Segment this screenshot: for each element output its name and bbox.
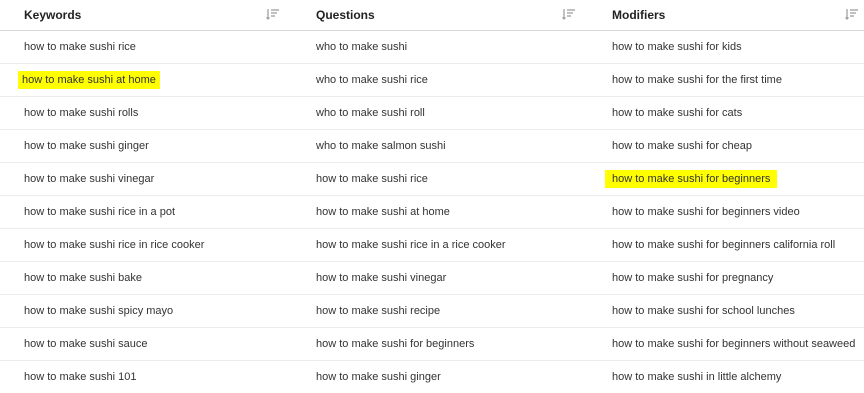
keyword-cell: how to make sushi rice in a pot <box>24 206 176 218</box>
table-row[interactable]: how to make sushi for beginners californ… <box>590 229 864 262</box>
modifier-cell: how to make sushi for the first time <box>612 74 782 86</box>
question-cell: how to make sushi for beginners <box>316 338 475 350</box>
table-row[interactable]: how to make sushi for kids <box>590 31 864 64</box>
questions-header: Questions <box>295 0 590 31</box>
keywords-header-label: Keywords <box>24 8 82 22</box>
question-cell: how to make sushi rice <box>316 173 428 185</box>
question-cell: how to make sushi recipe <box>316 305 441 317</box>
question-cell: how to make sushi ginger <box>316 371 441 383</box>
table-row[interactable]: how to make sushi for beginners video <box>590 196 864 229</box>
table-row[interactable]: who to make salmon sushi <box>295 130 590 163</box>
table-row[interactable]: how to make sushi for beginners <box>295 328 590 361</box>
modifier-cell: how to make sushi for beginners californ… <box>612 239 836 251</box>
modifier-cell: how to make sushi for cats <box>612 107 743 119</box>
table-row[interactable]: how to make sushi for cheap <box>590 130 864 163</box>
table-row[interactable]: who to make sushi <box>295 31 590 64</box>
table-row[interactable]: how to make sushi at home <box>295 196 590 229</box>
modifier-cell: how to make sushi for pregnancy <box>612 272 774 284</box>
table-row[interactable]: who to make sushi roll <box>295 97 590 130</box>
question-cell: who to make salmon sushi <box>316 140 446 152</box>
modifier-cell: how to make sushi for cheap <box>612 140 753 152</box>
table-row[interactable]: how to make sushi for pregnancy <box>590 262 864 295</box>
sort-icon[interactable] <box>266 8 280 20</box>
table-row[interactable]: how to make sushi rice in a pot <box>0 196 295 229</box>
table-row[interactable]: how to make sushi for beginners <box>590 163 864 196</box>
question-cell: who to make sushi <box>316 41 408 53</box>
sort-icon[interactable] <box>562 8 576 20</box>
table-row[interactable]: how to make sushi for cats <box>590 97 864 130</box>
question-cell: how to make sushi vinegar <box>316 272 447 284</box>
question-cell: how to make sushi at home <box>316 206 450 218</box>
table-row[interactable]: how to make sushi for beginners without … <box>590 328 864 361</box>
table-row[interactable]: how to make sushi rice in rice cooker <box>0 229 295 262</box>
table-row[interactable]: how to make sushi bake <box>0 262 295 295</box>
table-row[interactable]: how to make sushi ginger <box>295 361 590 393</box>
modifier-cell: how to make sushi for school lunches <box>612 305 795 317</box>
keyword-cell-highlighted: how to make sushi at home <box>18 71 160 89</box>
table-row[interactable]: how to make sushi 101 <box>0 361 295 393</box>
keyword-cell: how to make sushi rice <box>24 41 136 53</box>
table-row[interactable]: how to make sushi at home <box>0 64 295 97</box>
modifiers-header-label: Modifiers <box>612 8 666 22</box>
modifier-cell-highlighted: how to make sushi for beginners <box>605 170 778 188</box>
table-row[interactable]: how to make sushi spicy mayo <box>0 295 295 328</box>
table-row[interactable]: how to make sushi vinegar <box>0 163 295 196</box>
table-row[interactable]: how to make sushi ginger <box>0 130 295 163</box>
question-cell: how to make sushi rice in a rice cooker <box>316 239 506 251</box>
questions-column: Questions who to make sushi who to make … <box>295 0 590 387</box>
questions-header-label: Questions <box>316 8 375 22</box>
keyword-cell: how to make sushi rice in rice cooker <box>24 239 205 251</box>
table-row[interactable]: how to make sushi for school lunches <box>590 295 864 328</box>
question-cell: who to make sushi roll <box>316 107 425 119</box>
modifier-cell: how to make sushi in little alchemy <box>612 371 782 383</box>
modifier-cell: how to make sushi for beginners without … <box>612 338 856 350</box>
keyword-cell: how to make sushi bake <box>24 272 143 284</box>
keyword-cell: how to make sushi sauce <box>24 338 148 350</box>
keywords-header: Keywords <box>0 0 295 31</box>
keyword-cell: how to make sushi spicy mayo <box>24 305 174 317</box>
table-row[interactable]: how to make sushi for the first time <box>590 64 864 97</box>
table-row[interactable]: how to make sushi in little alchemy <box>590 361 864 393</box>
question-cell: who to make sushi rice <box>316 74 428 86</box>
table-row[interactable]: how to make sushi recipe <box>295 295 590 328</box>
sort-icon[interactable] <box>845 8 859 20</box>
keyword-cell: how to make sushi ginger <box>24 140 149 152</box>
table-row[interactable]: how to make sushi rice in a rice cooker <box>295 229 590 262</box>
modifiers-column: Modifiers how to make sushi for kids how… <box>590 0 864 387</box>
modifiers-header: Modifiers <box>590 0 864 31</box>
table-row[interactable]: how to make sushi rice <box>0 31 295 64</box>
keyword-cell: how to make sushi vinegar <box>24 173 155 185</box>
modifier-cell: how to make sushi for kids <box>612 41 742 53</box>
table-row[interactable]: how to make sushi rice <box>295 163 590 196</box>
table-row[interactable]: how to make sushi vinegar <box>295 262 590 295</box>
keyword-cell: how to make sushi rolls <box>24 107 139 119</box>
keywords-column: Keywords how to make sushi rice how to m… <box>0 0 295 387</box>
table-row[interactable]: how to make sushi rolls <box>0 97 295 130</box>
table-row[interactable]: who to make sushi rice <box>295 64 590 97</box>
modifier-cell: how to make sushi for beginners video <box>612 206 800 218</box>
keyword-cell: how to make sushi 101 <box>24 371 137 383</box>
table-row[interactable]: how to make sushi sauce <box>0 328 295 361</box>
